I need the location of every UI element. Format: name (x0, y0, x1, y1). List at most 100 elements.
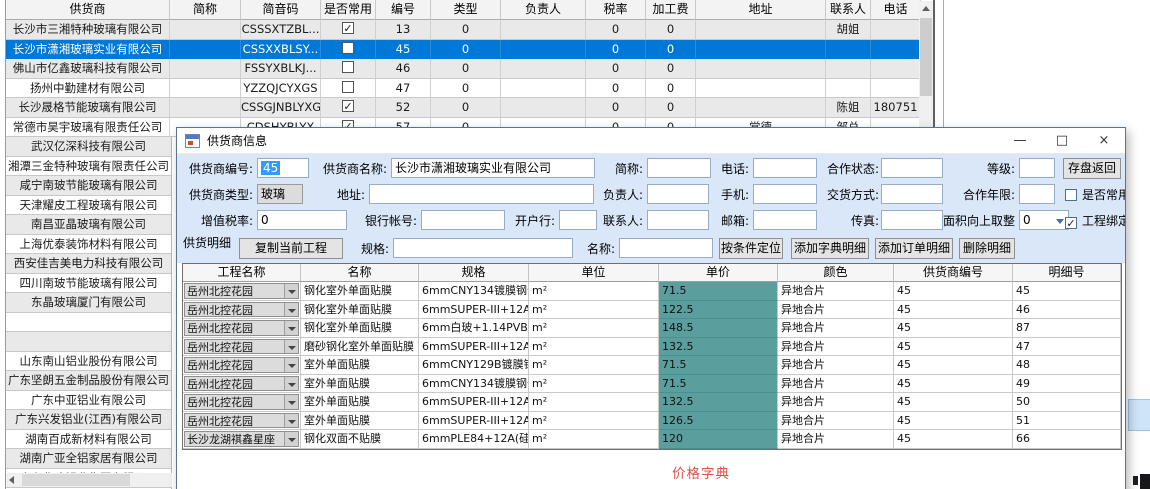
cell[interactable]: 6mm白玻+1.14PVB+6mm... (419, 319, 529, 338)
cell[interactable]: 45 (894, 319, 1013, 338)
detail-row[interactable]: 岳州北控花园室外单面贴膜6mmCNY129B镀膜钢化m²71.5异地合片4548 (183, 356, 1121, 375)
cell[interactable] (501, 79, 586, 99)
detail-row[interactable]: 岳州北控花园室外单面贴膜6mmCNY134镀膜钢化m²71.5异地合片4549 (183, 375, 1121, 394)
cell[interactable]: m² (529, 356, 659, 375)
cell[interactable]: 扬州中勤建材有限公司 (6, 79, 170, 99)
project-name-combo[interactable]: 岳州北控花园 (183, 338, 301, 357)
cell[interactable]: 0 (646, 40, 696, 60)
column-header[interactable]: 税率 (586, 0, 646, 20)
supplier-list-item[interactable]: 天津耀皮工程玻璃有限公司 (6, 196, 171, 216)
add-dict-detail-button[interactable]: 添加字典明细 (791, 238, 869, 259)
cell[interactable]: 钢化室外单面贴膜 (301, 301, 419, 320)
delete-detail-button[interactable]: 删除明细 (959, 238, 1015, 259)
cell[interactable]: 0 (586, 98, 646, 118)
supplier-list-item[interactable]: 咸宁南玻节能玻璃有限公司 (6, 176, 171, 196)
scrollbar-thumb[interactable] (22, 474, 130, 486)
cell[interactable]: 室外单面贴膜 (301, 356, 419, 375)
chevron-down-icon[interactable] (284, 284, 298, 298)
bank-branch-input[interactable] (559, 210, 597, 230)
name-filter-input[interactable] (619, 238, 713, 258)
cell[interactable] (696, 20, 826, 40)
chevron-down-icon[interactable] (284, 395, 298, 409)
unchecked-checkbox-icon[interactable] (342, 42, 354, 54)
cell[interactable] (170, 20, 241, 40)
cell[interactable]: 异地合片 (778, 338, 894, 357)
project-name-combo[interactable]: 岳州北控花园 (183, 356, 301, 375)
cell[interactable] (696, 40, 826, 60)
unchecked-checkbox-icon[interactable] (342, 81, 354, 93)
supplier-list-item[interactable]: 山东南山铝业股份有限公司 (6, 352, 171, 372)
email-input[interactable] (753, 210, 817, 230)
supplier-list-item[interactable]: 南昌亚晶玻璃有限公司 (6, 215, 171, 235)
detail-row[interactable]: 岳州北控花园钢化室外单面贴膜6mmSUPER-III+12A(硅...m²122… (183, 301, 1121, 320)
grid-vertical-scrollbar[interactable] (919, 1, 933, 136)
supplier-list-item[interactable] (6, 313, 171, 333)
area-round-up-combo[interactable]: 0 (1019, 210, 1069, 230)
cell[interactable]: 异地合片 (778, 282, 894, 301)
add-order-detail-button[interactable]: 添加订单明细 (875, 238, 953, 259)
column-header[interactable]: 简音码 (241, 0, 321, 20)
cell[interactable]: 0 (586, 40, 646, 60)
cell[interactable]: 0 (431, 20, 501, 40)
cell[interactable]: 45 (376, 40, 431, 60)
cell[interactable]: 6mmSUPER-III+12A(硅... (419, 338, 529, 357)
supplier-list-item[interactable]: 湘潭三金特种玻璃有限责任公司 (6, 157, 171, 177)
cell[interactable]: 148.5 (659, 319, 778, 338)
chevron-down-icon[interactable] (284, 432, 298, 446)
detail-row[interactable]: 岳州北控花园室外单面贴膜6mmSUPER-III+12A(硅...m²126.5… (183, 412, 1121, 431)
phone-input[interactable] (753, 158, 817, 178)
cell[interactable]: 66 (1013, 430, 1121, 449)
cell[interactable]: 6mmSUPER-III+12A(硅... (419, 393, 529, 412)
column-header[interactable]: 电话 (871, 0, 921, 20)
cell[interactable]: 异地合片 (778, 301, 894, 320)
supplier-list-item[interactable] (6, 332, 171, 352)
cell[interactable]: 6mmSUPER-III+12A(硅... (419, 412, 529, 431)
cell[interactable]: 49 (1013, 375, 1121, 394)
fax-input[interactable] (881, 210, 943, 230)
cell[interactable]: 钢化双面不贴膜 (301, 430, 419, 449)
cell[interactable] (170, 59, 241, 79)
supplier-list-item[interactable]: 西安佳吉美电力科技有限公司 (6, 254, 171, 274)
cell[interactable]: 0 (431, 98, 501, 118)
scrollbar-thumb[interactable] (920, 18, 932, 96)
cell[interactable]: 50 (1013, 393, 1121, 412)
cell[interactable]: 45 (894, 412, 1013, 431)
supplier-list[interactable]: 武汉亿深科技有限公司湘潭三金特种玻璃有限责任公司咸宁南玻节能玻璃有限公司天津耀皮… (5, 137, 172, 489)
supplier-list-item[interactable]: 广东中亚铝业有限公司 (6, 391, 171, 411)
cell[interactable]: 0 (586, 79, 646, 99)
cell[interactable]: 71.5 (659, 282, 778, 301)
detail-column-header[interactable]: 颜色 (778, 264, 894, 282)
supplier-list-item[interactable]: 广东兴发铝业(江西)有限公司 (6, 410, 171, 430)
cell[interactable] (321, 79, 376, 99)
chevron-down-icon[interactable] (284, 340, 298, 354)
cell[interactable] (321, 40, 376, 60)
column-header[interactable]: 简称 (170, 0, 241, 20)
cell[interactable]: 0 (646, 98, 696, 118)
cell[interactable]: 异地合片 (778, 375, 894, 394)
cell[interactable]: 47 (376, 79, 431, 99)
detail-row[interactable]: 岳州北控花园磨砂钢化室外单面贴膜6mmSUPER-III+12A(硅...m²1… (183, 338, 1121, 357)
cell[interactable]: m² (529, 393, 659, 412)
detail-column-header[interactable]: 名称 (301, 264, 419, 282)
cell[interactable]: FSSYXBLKJ... (241, 59, 321, 79)
cell[interactable]: 45 (894, 282, 1013, 301)
chevron-down-icon[interactable] (284, 321, 298, 335)
cell[interactable]: 钢化室外单面贴膜 (301, 319, 419, 338)
cell[interactable]: 120 (659, 430, 778, 449)
cell[interactable] (871, 40, 921, 60)
cell[interactable]: 0 (646, 20, 696, 40)
project-name-combo[interactable]: 岳州北控花园 (183, 375, 301, 394)
locate-by-condition-button[interactable]: 按条件定位 (719, 238, 783, 259)
cell[interactable]: 0 (431, 79, 501, 99)
supplier-list-item[interactable]: 四川南玻节能玻璃有限公司 (6, 274, 171, 294)
cell[interactable]: YZZQJCYXGS (241, 79, 321, 99)
cell[interactable]: m² (529, 430, 659, 449)
cell[interactable] (826, 40, 871, 60)
supplier-list-item[interactable]: 武汉亿深科技有限公司 (6, 137, 171, 157)
cell[interactable]: 87 (1013, 319, 1121, 338)
delivery-method-input[interactable] (881, 184, 943, 204)
cell[interactable]: 45 (894, 375, 1013, 394)
list-horizontal-scrollbar[interactable] (6, 473, 172, 487)
detail-column-header[interactable]: 单位 (529, 264, 659, 282)
cell[interactable]: 室外单面贴膜 (301, 412, 419, 431)
